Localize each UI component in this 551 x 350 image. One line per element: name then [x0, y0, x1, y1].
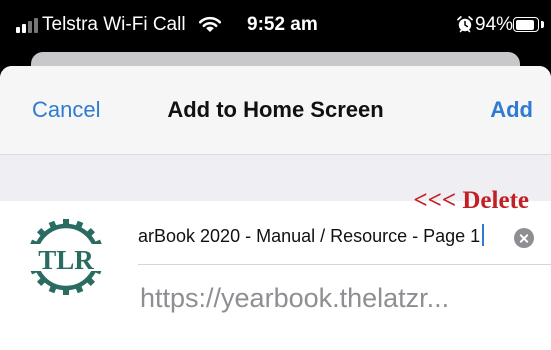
- signal-icon: [16, 17, 40, 33]
- battery-level: [515, 19, 535, 30]
- shortcut-name-input[interactable]: arBook 2020 - Manual / Resource - Page 1: [138, 224, 498, 254]
- row-divider: [138, 264, 551, 265]
- battery-icon: [513, 17, 539, 32]
- battery-percent: 94%: [475, 14, 514, 35]
- status-bar: Telstra Wi-Fi Call 9:52 am 94%: [0, 0, 551, 50]
- cancel-button[interactable]: Cancel: [32, 97, 100, 123]
- shortcut-editor: <<< Delete TLR arBook 2020 - Manual / Re…: [0, 187, 551, 350]
- shortcut-url: https://yearbook.thelatzr...: [140, 283, 450, 313]
- add-button[interactable]: Add: [490, 97, 533, 123]
- battery-cap: [541, 21, 544, 28]
- shortcut-name-value: arBook 2020 - Manual / Resource - Page 1: [138, 226, 481, 246]
- add-to-home-sheet: Add to Home Screen Cancel Add <<< Delete…: [0, 66, 551, 350]
- nav-bar: Add to Home Screen Cancel Add: [0, 66, 551, 154]
- delete-annotation: <<< Delete: [413, 187, 529, 214]
- clear-text-icon[interactable]: [514, 228, 534, 248]
- add-to-home-screen: Telstra Wi-Fi Call 9:52 am 94% Add to Ho…: [0, 0, 551, 350]
- app-logo-icon: TLR: [24, 219, 108, 295]
- alarm-icon: [457, 16, 473, 33]
- logo-text: TLR: [38, 245, 94, 275]
- status-time: 9:52 am: [247, 14, 318, 35]
- wifi-icon: [198, 16, 222, 32]
- carrier-name: Telstra Wi-Fi Call: [42, 14, 186, 35]
- text-caret: [482, 224, 485, 246]
